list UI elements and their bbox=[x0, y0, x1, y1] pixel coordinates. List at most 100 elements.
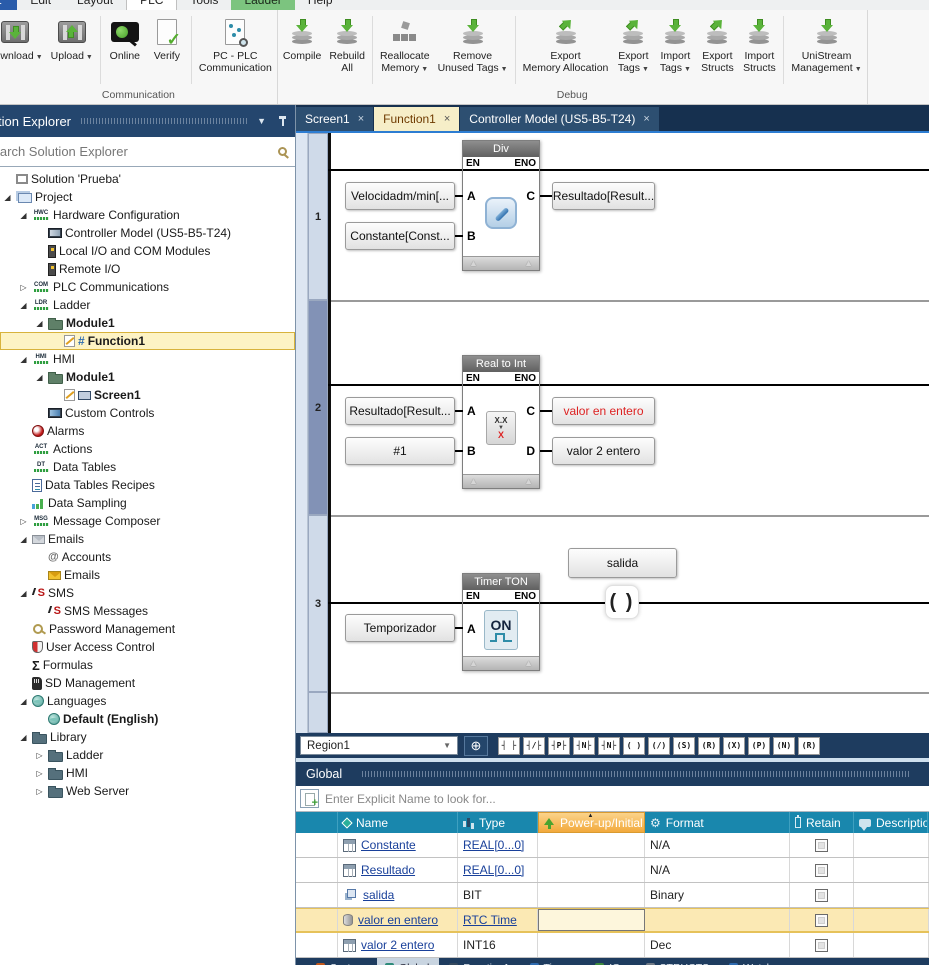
doc-tab-screen1[interactable]: Screen1× bbox=[296, 107, 373, 131]
ribbon-tab-ladder[interactable]: Ladder bbox=[231, 0, 294, 10]
bottom-tab-structs[interactable]: STRUCTS bbox=[638, 958, 720, 965]
expand-triangle-icon[interactable]: ▲ bbox=[469, 476, 478, 487]
tree-item-project[interactable]: ◢Project bbox=[0, 188, 295, 206]
tree-item-screen1[interactable]: Screen1 bbox=[0, 386, 295, 404]
column-header-format[interactable]: ⚙Format bbox=[645, 812, 790, 833]
tree-item-sms-messages[interactable]: SMS Messages bbox=[0, 602, 295, 620]
tag-type-value[interactable]: REAL[0...0] bbox=[463, 838, 524, 852]
format-cell[interactable]: N/A bbox=[645, 858, 790, 882]
solution-search-input[interactable]: Search Solution Explorer bbox=[0, 137, 295, 167]
description-cell[interactable] bbox=[854, 858, 929, 882]
tag-name-link[interactable]: valor en entero bbox=[358, 913, 438, 927]
retain-cell[interactable] bbox=[790, 858, 854, 882]
tree-item-module1[interactable]: ◢Module1 bbox=[0, 314, 295, 332]
rung-number-1[interactable]: 1 bbox=[308, 133, 328, 300]
name-cell[interactable]: valor 2 entero bbox=[338, 933, 458, 957]
tag-search-input[interactable]: Enter Explicit Name to look for... bbox=[325, 792, 496, 806]
ladder-element-button-9[interactable]: (X) bbox=[723, 737, 745, 755]
tree-item-library[interactable]: ◢Library bbox=[0, 728, 295, 746]
expander-icon[interactable]: ▷ bbox=[34, 769, 45, 778]
retain-checkbox[interactable] bbox=[815, 939, 828, 952]
bottom-tab-global[interactable]: Global bbox=[377, 958, 439, 965]
expander-icon[interactable]: ◢ bbox=[18, 355, 29, 364]
power-up-cell[interactable] bbox=[538, 883, 645, 907]
export-memory-allocation-button[interactable]: ExportMemory Allocation bbox=[519, 12, 613, 88]
doc-tab-function1[interactable]: Function1× bbox=[374, 107, 459, 131]
tag-name-link[interactable]: salida bbox=[363, 888, 394, 902]
type-cell[interactable]: BIT bbox=[458, 883, 538, 907]
bottom-tab-timers[interactable]: Timers bbox=[522, 958, 586, 965]
ladder-element-button-12[interactable]: (R) bbox=[798, 737, 820, 755]
type-cell[interactable]: REAL[0...0] bbox=[458, 833, 538, 857]
column-header-retain[interactable]: Retain bbox=[790, 812, 854, 833]
ribbon-tab-tools[interactable]: Tools bbox=[177, 0, 231, 10]
ribbon-tab-project[interactable]: Project bbox=[0, 0, 17, 10]
power-up-cell[interactable] bbox=[538, 933, 645, 957]
tree-item-hmi[interactable]: ▷HMI bbox=[0, 764, 295, 782]
close-icon[interactable]: × bbox=[643, 113, 649, 125]
expander-icon[interactable]: ◢ bbox=[34, 373, 45, 382]
tag-box-output-d[interactable]: valor 2 entero bbox=[552, 437, 655, 465]
real-to-int-function-block[interactable]: Real to Int ENENO A B C D X.X▼X ▲▲ bbox=[462, 355, 540, 489]
bottom-tab-function1[interactable]: Function1 bbox=[441, 958, 519, 965]
tag-box-output-c[interactable]: Resultado[Result... bbox=[552, 182, 655, 210]
power-up-cell[interactable] bbox=[538, 858, 645, 882]
reallocate-memory-button[interactable]: ReallocateMemory▼ bbox=[376, 12, 434, 88]
tag-box-input-b[interactable]: #1 bbox=[345, 437, 455, 465]
ladder-element-button-10[interactable]: (P) bbox=[748, 737, 770, 755]
unistream-management-button[interactable]: UniStreamManagement▼ bbox=[787, 12, 865, 88]
tree-item-function1[interactable]: #Function1 bbox=[0, 332, 295, 350]
timer-ton-function-block[interactable]: Timer TON ENENO A ON ▲▲ bbox=[462, 573, 540, 671]
ribbon-tab-edit[interactable]: Edit bbox=[17, 0, 64, 10]
upload-button[interactable]: Upload▼ bbox=[47, 12, 97, 88]
tag-row-resultado[interactable]: ResultadoREAL[0...0]N/A bbox=[296, 858, 929, 883]
block-footer[interactable]: ▲▲ bbox=[463, 256, 539, 270]
tag-row-valor-en-entero[interactable]: valor en entero RTC Time bbox=[296, 908, 929, 933]
tag-type-value[interactable]: RTC Time bbox=[463, 913, 517, 927]
tag-row-constante[interactable]: ConstanteREAL[0...0]N/A bbox=[296, 833, 929, 858]
expand-triangle-icon[interactable]: ▲ bbox=[524, 658, 533, 669]
expand-triangle-icon[interactable]: ▲ bbox=[469, 258, 478, 269]
type-cell[interactable]: INT16 bbox=[458, 933, 538, 957]
tree-item-formulas[interactable]: ΣFormulas bbox=[0, 656, 295, 674]
column-header-name[interactable]: Name bbox=[338, 812, 458, 833]
bottom-tab-watch[interactable]: Watch bbox=[721, 958, 782, 965]
ladder-element-button-3[interactable]: ┤N├ bbox=[573, 737, 595, 755]
retain-checkbox[interactable] bbox=[815, 839, 828, 852]
ladder-element-button-7[interactable]: (S) bbox=[673, 737, 695, 755]
pc-plc-communication-button[interactable]: PC - PLCCommunication bbox=[195, 12, 276, 88]
tree-item-controller-model-us5-b5-t24[interactable]: Controller Model (US5-B5-T24) bbox=[0, 224, 295, 242]
compile-button[interactable]: Compile bbox=[279, 12, 326, 88]
doc-tab-controller-model-us5-b5-t24[interactable]: Controller Model (US5-B5-T24)× bbox=[460, 107, 659, 131]
retain-cell[interactable] bbox=[790, 933, 854, 957]
tree-item-ladder[interactable]: ▷Ladder bbox=[0, 746, 295, 764]
ladder-element-button-5[interactable]: ( ) bbox=[623, 737, 645, 755]
tree-item-actions[interactable]: ACTActions bbox=[0, 440, 295, 458]
tree-item-local-i-o-and-com-modules[interactable]: Local I/O and COM Modules bbox=[0, 242, 295, 260]
rung-number-2[interactable]: 2 bbox=[308, 300, 328, 515]
power-up-cell[interactable] bbox=[538, 909, 645, 931]
type-cell[interactable]: RTC Time bbox=[458, 909, 538, 931]
block-footer[interactable]: ▲▲ bbox=[463, 656, 539, 670]
column-header-power-up-initial[interactable]: ▲Power-up/Initial bbox=[538, 812, 645, 833]
tag-name-link[interactable]: valor 2 entero bbox=[361, 938, 434, 952]
region-select[interactable]: Region1▼ bbox=[300, 736, 458, 755]
coil-tag-box[interactable]: salida bbox=[568, 548, 677, 578]
import-structs-button[interactable]: ImportStructs bbox=[738, 12, 780, 88]
tree-item-emails[interactable]: Emails bbox=[0, 566, 295, 584]
tree-item-module1[interactable]: ◢Module1 bbox=[0, 368, 295, 386]
ladder-element-button-6[interactable]: (/) bbox=[648, 737, 670, 755]
description-cell[interactable] bbox=[854, 909, 929, 931]
name-cell[interactable]: valor en entero bbox=[338, 909, 458, 931]
tag-box-input-a[interactable]: Temporizador bbox=[345, 614, 455, 642]
tree-item-sms[interactable]: ◢SMS bbox=[0, 584, 295, 602]
tag-row-valor-2-entero[interactable]: valor 2 enteroINT16Dec bbox=[296, 933, 929, 958]
format-cell[interactable]: Binary bbox=[645, 883, 790, 907]
tag-name-link[interactable]: Resultado bbox=[361, 863, 415, 877]
retain-cell[interactable] bbox=[790, 909, 854, 931]
column-header-type[interactable]: Type bbox=[458, 812, 538, 833]
tree-item-data-tables-recipes[interactable]: Data Tables Recipes bbox=[0, 476, 295, 494]
ladder-element-button-8[interactable]: (R) bbox=[698, 737, 720, 755]
column-header-description[interactable]: Description bbox=[854, 812, 928, 833]
bottom-tab-system[interactable]: System bbox=[308, 958, 375, 965]
